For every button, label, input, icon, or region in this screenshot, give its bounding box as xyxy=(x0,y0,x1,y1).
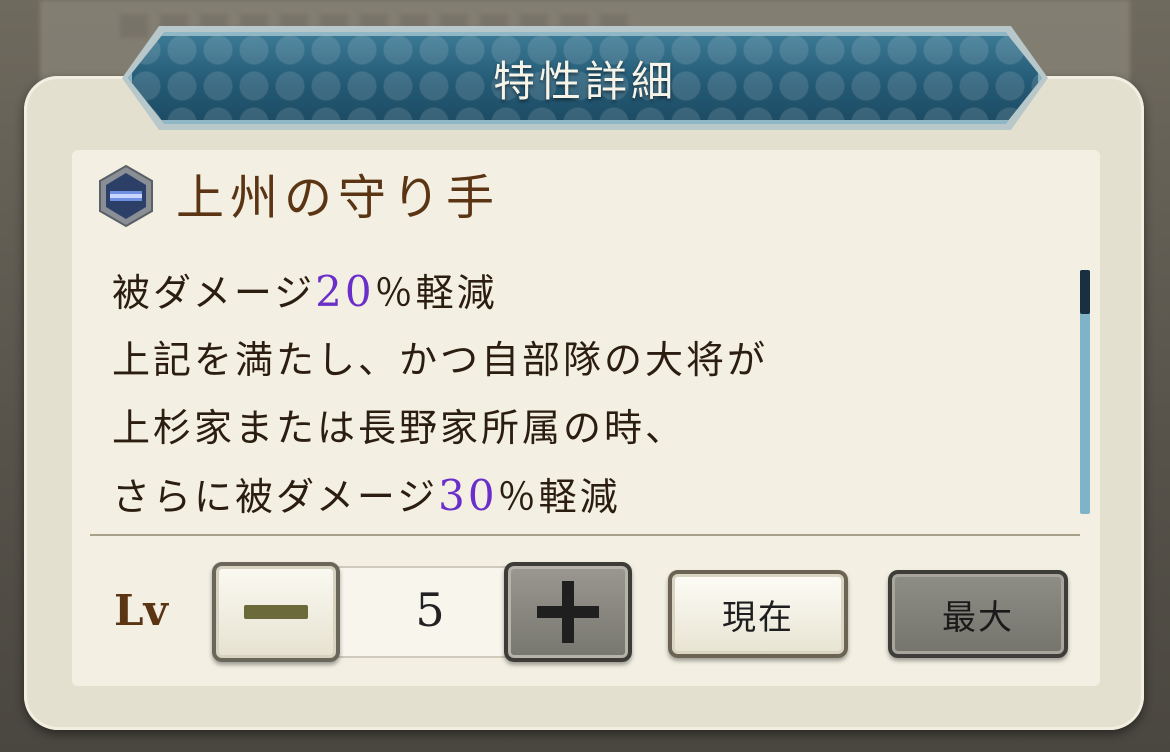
level-value: 5 xyxy=(415,583,445,637)
dialog-title: 特性詳細 xyxy=(492,56,677,106)
divider xyxy=(90,534,1080,536)
description-text: ％軽減 xyxy=(374,271,498,315)
current-level-button[interactable]: 現在 xyxy=(668,570,848,658)
description-number: 20 xyxy=(315,267,375,316)
description-line-2: 上記を満たし、かつ自部隊の大将が xyxy=(112,338,769,382)
description-text: ％軽減 xyxy=(497,475,621,519)
description-line-4: さらに被ダメージ30％軽減 xyxy=(112,462,1072,530)
level-label: Lv xyxy=(114,586,168,635)
plus-icon xyxy=(537,581,599,643)
blue-hexagon-icon xyxy=(99,164,153,228)
max-level-button[interactable]: 最大 xyxy=(888,570,1068,658)
scrollbar-thumb[interactable] xyxy=(1080,270,1090,314)
skill-name: 上州の守り手 xyxy=(176,170,501,226)
description-line-3: 上杉家または長野家所属の時、 xyxy=(112,406,687,450)
description-number: 30 xyxy=(438,471,498,520)
skill-description: 被ダメージ20％軽減 上記を満たし、かつ自部隊の大将が 上杉家または長野家所属の… xyxy=(112,258,1072,530)
minus-icon xyxy=(244,605,308,619)
description-text: さらに被ダメージ xyxy=(112,475,439,519)
description-line-1: 被ダメージ20％軽減 xyxy=(112,258,1072,326)
decrease-level-button[interactable] xyxy=(212,562,340,662)
description-text: 被ダメージ xyxy=(112,271,316,315)
increase-level-button[interactable] xyxy=(504,562,632,662)
